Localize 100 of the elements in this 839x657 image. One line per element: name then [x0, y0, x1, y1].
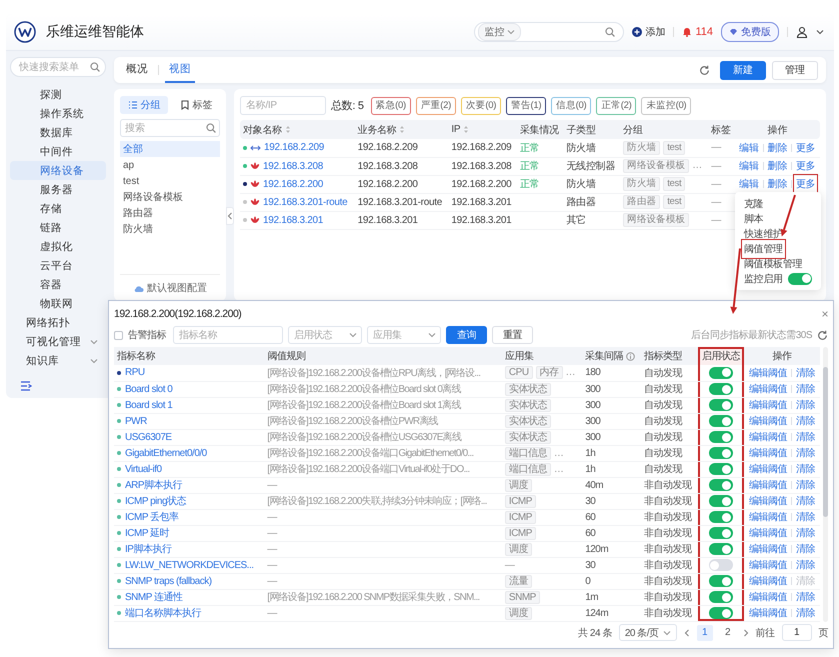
toggle-switch[interactable]: [708, 366, 733, 379]
action-link[interactable]: 更多: [796, 159, 816, 173]
object-link[interactable]: 192.168.3.208: [263, 160, 324, 172]
action-link[interactable]: 清除: [796, 526, 816, 540]
nav-item[interactable]: 网络拓扑: [10, 313, 106, 332]
default-view-config-button[interactable]: 默认视图配置: [133, 281, 207, 295]
action-link[interactable]: 更多: [796, 140, 816, 155]
toggle-switch[interactable]: [708, 399, 733, 411]
action-link[interactable]: 清除: [796, 366, 816, 380]
chevron-left-icon[interactable]: [684, 628, 690, 636]
user-icon[interactable]: [796, 26, 808, 38]
menu-search-field[interactable]: 快速搜索菜单: [10, 57, 106, 77]
page-size-select[interactable]: 20 条/页: [618, 624, 676, 641]
metric-link[interactable]: ARP脚本执行: [125, 478, 182, 492]
toggle-switch[interactable]: [708, 559, 733, 571]
checkbox[interactable]: [114, 330, 123, 340]
chevron-right-icon[interactable]: [742, 628, 748, 636]
toggle-switch[interactable]: [708, 447, 733, 459]
object-link[interactable]: 192.168.3.201: [263, 214, 324, 226]
action-link[interactable]: 编辑阈值: [749, 590, 788, 604]
reset-button[interactable]: 重置: [492, 326, 533, 344]
query-button[interactable]: 查询: [446, 326, 487, 344]
metric-link[interactable]: Virtual-if0: [125, 464, 162, 474]
action-link[interactable]: 编辑阈值: [749, 414, 788, 428]
nav-item[interactable]: 探测: [10, 85, 106, 104]
severity-filter[interactable]: 紧急(0): [370, 96, 411, 114]
action-link[interactable]: 删除: [768, 140, 787, 155]
metric-link[interactable]: SNMP traps (fallback): [125, 576, 212, 586]
create-button[interactable]: 新建: [720, 60, 766, 80]
nav-item[interactable]: 网络设备: [10, 161, 106, 180]
action-link[interactable]: 编辑: [739, 159, 759, 173]
action-link[interactable]: 编辑阈值: [749, 494, 788, 508]
menu-fold-icon[interactable]: [20, 380, 32, 392]
metric-name-field[interactable]: 指标名称: [173, 326, 283, 344]
alert-counter[interactable]: 114: [682, 26, 713, 38]
nav-item[interactable]: 中间件: [10, 142, 106, 161]
group-item[interactable]: 全部: [120, 141, 220, 157]
severity-filter[interactable]: 严重(2): [416, 96, 456, 114]
page-input[interactable]: 1: [782, 624, 812, 641]
action-link[interactable]: 编辑阈值: [749, 382, 788, 396]
action-link[interactable]: 编辑阈值: [749, 366, 788, 380]
action-link[interactable]: 编辑阈值: [749, 542, 788, 556]
metric-link[interactable]: RPU: [125, 367, 145, 378]
metric-link[interactable]: USG6307E: [125, 432, 172, 442]
toggle-switch[interactable]: [708, 495, 733, 507]
toggle-switch[interactable]: [708, 591, 733, 603]
add-button[interactable]: 添加: [632, 25, 666, 39]
nav-item[interactable]: 知识库: [10, 351, 106, 370]
nav-item[interactable]: 数据库: [10, 123, 106, 142]
nav-item[interactable]: 虚拟化: [10, 237, 106, 256]
metric-link[interactable]: Board slot 0: [125, 384, 172, 394]
metric-link[interactable]: IP脚本执行: [125, 542, 172, 556]
toggle-switch[interactable]: [708, 607, 733, 619]
action-link[interactable]: 编辑阈值: [749, 510, 788, 524]
action-link[interactable]: 清除: [796, 382, 816, 396]
refresh-icon[interactable]: [699, 64, 710, 76]
object-link[interactable]: 192.168.3.201-route: [263, 196, 348, 208]
nav-item[interactable]: 操作系统: [10, 104, 106, 123]
action-link[interactable]: 清除: [796, 542, 816, 556]
collapse-button[interactable]: [226, 207, 234, 225]
action-link[interactable]: 编辑阈值: [749, 606, 788, 620]
group-item[interactable]: ap: [120, 157, 220, 173]
menu-item[interactable]: 阈值管理: [744, 242, 783, 256]
action-link[interactable]: 编辑阈值: [749, 446, 788, 460]
action-link[interactable]: 清除: [796, 590, 816, 604]
toggle-switch[interactable]: [708, 479, 733, 491]
metric-link[interactable]: ICMP ping状态: [125, 494, 186, 508]
panel-tab[interactable]: 标签: [172, 96, 220, 114]
action-link[interactable]: 编辑阈值: [749, 430, 788, 444]
page-button[interactable]: 1: [696, 624, 712, 640]
toggle-switch[interactable]: [708, 511, 733, 523]
view-tab[interactable]: 概况: [122, 57, 152, 83]
toggle-switch[interactable]: [708, 575, 733, 587]
action-link[interactable]: 编辑阈值: [749, 558, 788, 572]
object-link[interactable]: 192.168.2.209: [264, 142, 324, 154]
nav-item[interactable]: 链路: [10, 218, 106, 237]
action-link[interactable]: 清除: [796, 462, 816, 476]
action-link[interactable]: 编辑阈值: [749, 478, 788, 492]
search-field[interactable]: 监控: [474, 22, 624, 42]
action-link[interactable]: 清除: [796, 430, 816, 444]
view-tab[interactable]: 视图: [165, 57, 195, 83]
nav-item[interactable]: 容器: [10, 275, 106, 294]
action-link[interactable]: 编辑阈值: [749, 526, 788, 540]
group-search-field[interactable]: 搜索: [120, 119, 220, 137]
action-link[interactable]: 清除: [796, 414, 816, 428]
severity-filter[interactable]: 未监控(0): [641, 96, 692, 114]
menu-item[interactable]: 脚本: [744, 212, 764, 226]
scope-select[interactable]: 监控: [478, 23, 522, 41]
action-link[interactable]: 编辑阈值: [749, 462, 788, 476]
toggle-switch[interactable]: [708, 383, 733, 395]
group-item[interactable]: test: [120, 173, 220, 189]
manage-button[interactable]: 管理: [772, 60, 818, 80]
scrollbar[interactable]: [823, 347, 828, 622]
severity-filter[interactable]: 次要(0): [460, 96, 502, 114]
severity-filter[interactable]: 信息(0): [551, 96, 592, 114]
action-link[interactable]: 清除: [796, 510, 816, 524]
metric-link[interactable]: Board slot 1: [125, 400, 172, 410]
nav-item[interactable]: 云平台: [10, 256, 106, 275]
group-item[interactable]: 路由器: [120, 205, 220, 221]
action-link[interactable]: 编辑阈值: [749, 398, 788, 412]
